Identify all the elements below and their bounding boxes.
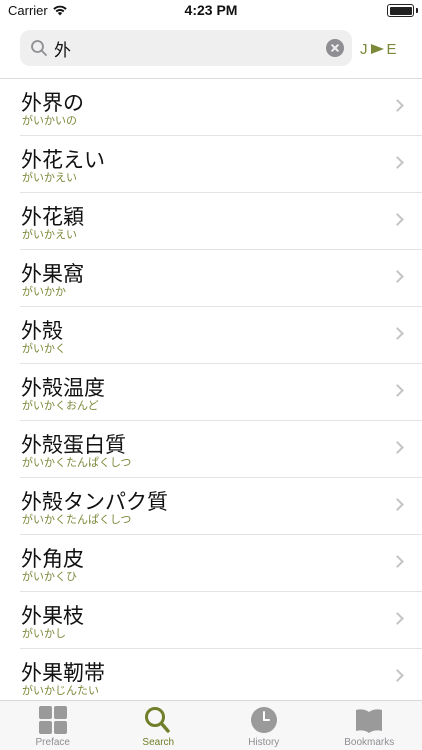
chevron-right-icon	[391, 156, 404, 169]
result-row[interactable]: 外果靭帯 がいかじんたい	[0, 649, 422, 700]
chevron-right-icon	[391, 384, 404, 397]
result-row[interactable]: 外角皮 がいかくひ	[0, 535, 422, 592]
tab-preface[interactable]: Preface	[0, 701, 106, 750]
search-input[interactable]	[54, 30, 316, 66]
tab-label: Bookmarks	[344, 737, 395, 748]
tab-label: Search	[142, 737, 175, 748]
entry-reading: がいかいの	[22, 114, 77, 127]
entry-reading: がいかくたんぱくしつ	[22, 456, 132, 469]
result-row[interactable]: 外殻タンパク質 がいかくたんぱくしつ	[0, 478, 422, 535]
lang-from-label: J	[360, 40, 368, 58]
entry-reading: がいかくたんぱくしつ	[22, 513, 132, 526]
language-direction-toggle[interactable]: J E	[360, 38, 404, 60]
tab-label: History	[248, 737, 280, 748]
entry-reading: がいかじんたい	[22, 684, 99, 697]
result-row[interactable]: 外果窩 がいかか	[0, 250, 422, 307]
chevron-right-icon	[391, 213, 404, 226]
clock-icon	[250, 707, 277, 733]
entry-reading: がいかえい	[22, 228, 77, 241]
status-time: 4:23 PM	[184, 2, 238, 18]
clear-search-button[interactable]	[326, 39, 344, 57]
result-row[interactable]: 外殻蛋白質 がいかくたんぱくしつ	[0, 421, 422, 478]
tab-history[interactable]: History	[211, 701, 317, 750]
tab-search[interactable]: Search	[106, 701, 212, 750]
chevron-right-icon	[391, 99, 404, 112]
result-row[interactable]: 外花えい がいかえい	[0, 136, 422, 193]
entry-reading: がいかくおんど	[22, 399, 99, 412]
search-field	[20, 30, 352, 66]
lang-to-label: E	[386, 40, 397, 58]
chevron-right-icon	[391, 555, 404, 568]
arrow-right-icon	[370, 44, 384, 54]
entry-reading: がいかか	[22, 285, 66, 298]
chevron-right-icon	[391, 441, 404, 454]
entry-reading: がいかえい	[22, 171, 77, 184]
chevron-right-icon	[391, 612, 404, 625]
result-row[interactable]: 外殻温度 がいかくおんど	[0, 364, 422, 421]
result-row[interactable]: 外果枝 がいかし	[0, 592, 422, 649]
result-row[interactable]: 外界の がいかいの	[0, 79, 422, 136]
book-icon	[356, 709, 383, 733]
entry-reading: がいかく	[22, 342, 66, 355]
result-row[interactable]: 外殻 がいかく	[0, 307, 422, 364]
entry-reading: がいかくひ	[22, 570, 77, 583]
results-list[interactable]: 外界の がいかいの 外花えい がいかえい 外花穎 がいかえい 外果窩 がいかか 外殻 がいかく 外殻…	[0, 78, 422, 700]
chevron-right-icon	[391, 498, 404, 511]
chevron-right-icon	[391, 669, 404, 682]
tab-bookmarks[interactable]: Bookmarks	[317, 701, 422, 750]
grid-icon	[38, 706, 67, 734]
entry-reading: がいかし	[22, 627, 66, 640]
status-bar: Carrier 4:23 PM	[0, 0, 422, 22]
tab-bar: Preface Search History Bookmarks	[0, 700, 422, 750]
tab-label: Preface	[35, 737, 70, 748]
result-row[interactable]: 外花穎 がいかえい	[0, 193, 422, 250]
search-icon	[31, 40, 47, 56]
chevron-right-icon	[391, 327, 404, 340]
search-bar: J E	[0, 22, 422, 78]
battery-icon	[387, 4, 418, 17]
chevron-right-icon	[391, 270, 404, 283]
magnifier-icon	[145, 707, 170, 733]
